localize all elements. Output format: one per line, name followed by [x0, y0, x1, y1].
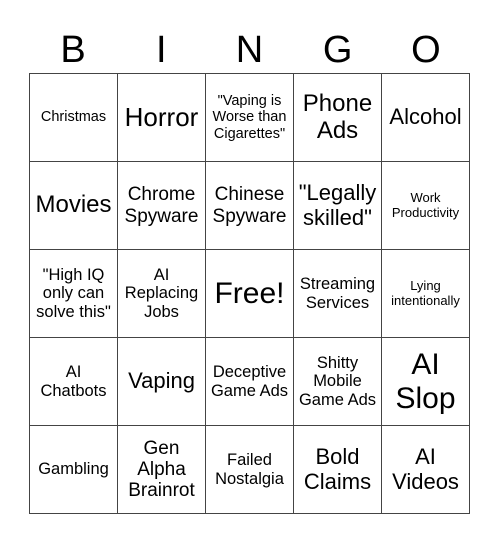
- bingo-cell[interactable]: Phone Ads: [294, 74, 382, 162]
- cell-text: Horror: [124, 101, 199, 132]
- header-letter-g: G: [322, 29, 353, 71]
- cell-text: Bold Claims: [303, 443, 372, 494]
- cell-text: Gambling: [38, 460, 109, 479]
- cell-text: "High IQ only can solve this": [36, 265, 111, 321]
- bingo-cell[interactable]: Chinese Spyware: [206, 162, 294, 250]
- bingo-cell[interactable]: Alcohol: [382, 74, 470, 162]
- bingo-cell[interactable]: "High IQ only can solve this": [30, 250, 118, 338]
- bingo-cell[interactable]: Streaming Services: [294, 250, 382, 338]
- bingo-cell[interactable]: Chrome Spyware: [118, 162, 206, 250]
- bingo-cell[interactable]: Work Productivity: [382, 162, 470, 250]
- cell-text: Phone Ads: [302, 89, 373, 144]
- cell-text: Streaming Services: [299, 275, 376, 312]
- header-letter-o: O: [411, 29, 441, 71]
- bingo-cell[interactable]: Deceptive Game Ads: [206, 338, 294, 426]
- bingo-cell[interactable]: "Legally skilled": [294, 162, 382, 250]
- cell-text: Vaping: [128, 368, 195, 394]
- cell-text: AI Videos: [392, 443, 459, 494]
- cell-text: Gen Alpha Brainrot: [128, 437, 195, 502]
- cell-text: AI Chatbots: [40, 363, 107, 400]
- bingo-cell[interactable]: "Vaping is Worse than Cigarettes": [206, 74, 294, 162]
- cell-text: "Vaping is Worse than Cigarettes": [212, 93, 287, 142]
- cell-text: Alcohol: [389, 104, 462, 130]
- cell-text: Lying intentionally: [391, 277, 460, 308]
- cell-text: AI Slop: [395, 347, 456, 415]
- header-letter-n: N: [235, 29, 264, 71]
- bingo-header: B I N G O: [29, 28, 470, 72]
- bingo-cell[interactable]: Christmas: [30, 74, 118, 162]
- bingo-cell[interactable]: Vaping: [118, 338, 206, 426]
- header-letter-i: I: [156, 29, 167, 71]
- bingo-cell[interactable]: Bold Claims: [294, 426, 382, 514]
- cell-text: Work Productivity: [391, 189, 460, 220]
- bingo-cell[interactable]: Movies: [30, 162, 118, 250]
- cell-text: Christmas: [40, 109, 107, 126]
- bingo-board: Christmas Horror "Vaping is Worse than C…: [29, 73, 470, 514]
- cell-text: Chinese Spyware: [212, 184, 287, 227]
- header-letter-b: B: [60, 29, 86, 71]
- cell-text: Chrome Spyware: [124, 184, 199, 227]
- bingo-cell[interactable]: Gambling: [30, 426, 118, 514]
- bingo-cell[interactable]: Shitty Mobile Game Ads: [294, 338, 382, 426]
- cell-text: Free!: [214, 276, 285, 310]
- cell-text: Deceptive Game Ads: [210, 363, 289, 400]
- bingo-cell[interactable]: AI Slop: [382, 338, 470, 426]
- cell-text: Shitty Mobile Game Ads: [298, 353, 377, 409]
- bingo-cell[interactable]: Failed Nostalgia: [206, 426, 294, 514]
- bingo-cell[interactable]: AI Chatbots: [30, 338, 118, 426]
- free-space-cell[interactable]: Free!: [206, 250, 294, 338]
- cell-text: "Legally skilled": [298, 179, 377, 230]
- bingo-cell[interactable]: AI Replacing Jobs: [118, 250, 206, 338]
- cell-text: Failed Nostalgia: [215, 451, 284, 488]
- bingo-cell[interactable]: Horror: [118, 74, 206, 162]
- bingo-cell[interactable]: AI Videos: [382, 426, 470, 514]
- cell-text: AI Replacing Jobs: [124, 265, 199, 321]
- cell-text: Movies: [35, 191, 112, 219]
- bingo-cell[interactable]: Gen Alpha Brainrot: [118, 426, 206, 514]
- bingo-cell[interactable]: Lying intentionally: [382, 250, 470, 338]
